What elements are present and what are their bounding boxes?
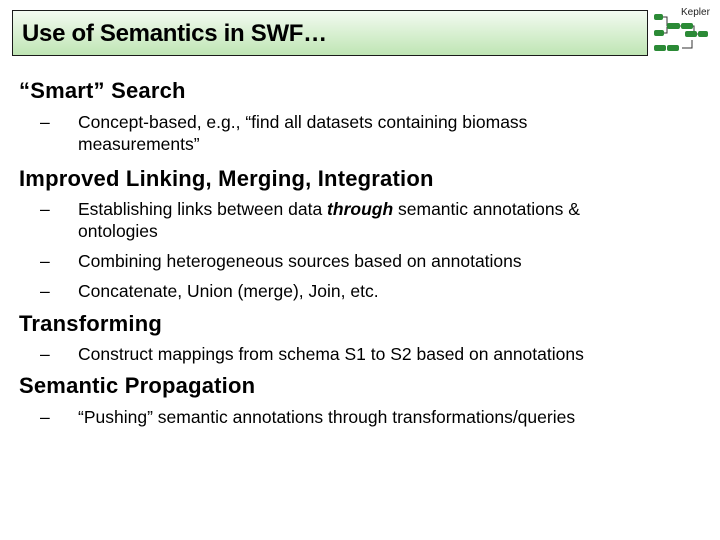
dash-bullet: – [40, 199, 50, 219]
bullet-text-part: Establishing links between data [78, 199, 328, 219]
section-heading-smart-search: “Smart” Search [19, 78, 186, 103]
bullet-line: Concatenate, Union (merge), Join, etc. [78, 281, 379, 301]
slide-title: Use of Semantics in SWF… [22, 20, 327, 47]
bullet-line: Construct mappings from schema S1 to S2 … [78, 344, 584, 364]
slide-title-box: Use of Semantics in SWF… [12, 10, 648, 56]
dash-bullet: – [40, 251, 50, 271]
section-heading-linking: Improved Linking, Merging, Integration [19, 166, 434, 191]
dash-bullet: – [40, 112, 50, 132]
bullet-line: ontologies [78, 221, 158, 241]
section-heading-semantic-propagation: Semantic Propagation [19, 373, 256, 398]
emphasis-through: through [327, 199, 394, 219]
bullet-line: measurements” [78, 134, 200, 154]
bullet-text-part: semantic annotations & [393, 199, 580, 219]
dash-bullet: – [40, 344, 50, 364]
bullet-line: Concept-based, e.g., “find all datasets … [78, 112, 528, 132]
section-heading-transforming: Transforming [19, 311, 162, 336]
kepler-logo: Kepler [650, 2, 720, 60]
kepler-logo-label: Kepler [681, 7, 710, 18]
dash-bullet: – [40, 281, 50, 301]
bullet-line: Combining heterogeneous sources based on… [78, 251, 522, 271]
dash-bullet: – [40, 407, 50, 427]
bullet-line: “Pushing” semantic annotations through t… [78, 407, 576, 427]
